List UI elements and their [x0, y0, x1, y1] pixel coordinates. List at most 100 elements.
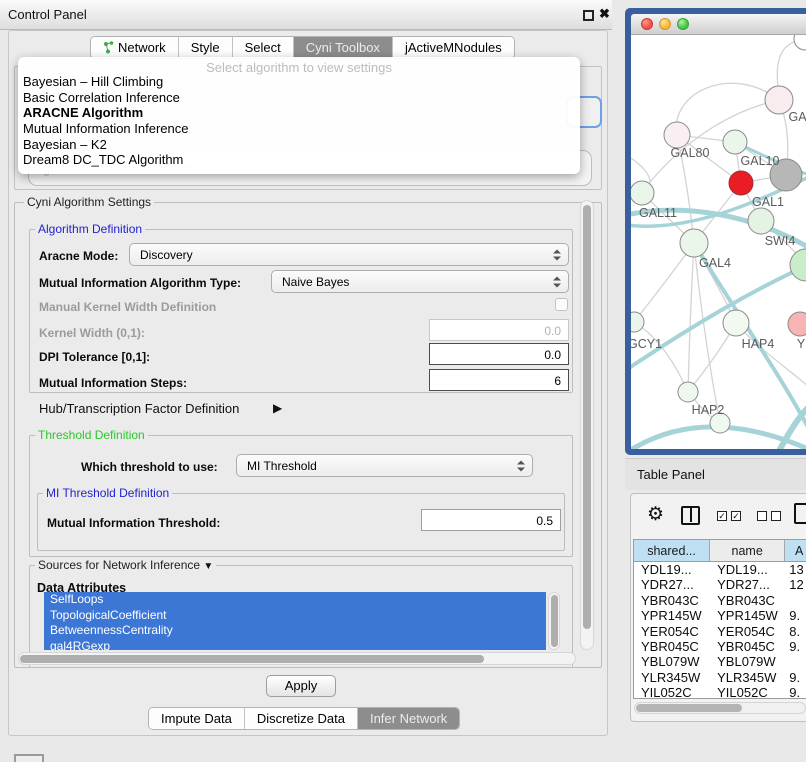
mac-close-button[interactable]: [641, 18, 653, 30]
apply-button[interactable]: Apply: [266, 675, 336, 697]
collapse-down-icon[interactable]: ▼: [203, 561, 213, 572]
hub-tf-definition-label[interactable]: Hub/Transcription Factor Definition: [39, 401, 239, 416]
table-row[interactable]: YIL052C YIL052C 9.: [634, 685, 806, 699]
settings-horizontal-scrollbar[interactable]: [18, 652, 576, 665]
tab-select[interactable]: Select: [233, 37, 294, 58]
attribute-item-selected[interactable]: gal4RGexp: [44, 639, 546, 651]
float-window-icon[interactable]: [583, 10, 594, 21]
algorithm-option[interactable]: Bayesian – Hill Climbing: [18, 74, 580, 90]
node-gal11[interactable]: [631, 181, 654, 205]
node-swi4[interactable]: [748, 208, 774, 234]
network-graph: GAL GAL80 GAL10 GAL1 GAL11 SWI4 GAL4 GCY…: [631, 35, 806, 449]
dpi-tolerance-label: DPI Tolerance [0,1]:: [39, 350, 150, 364]
cell: YER054C: [634, 624, 710, 639]
cell: YBR045C: [634, 639, 710, 654]
node-partial-top[interactable]: [794, 35, 806, 50]
mi-threshold-field[interactable]: 0.5: [421, 509, 561, 531]
mac-minimize-button[interactable]: [659, 18, 671, 30]
cell: YLR345W: [710, 670, 785, 685]
cell: [785, 654, 806, 669]
network-window-titlebar[interactable]: [631, 14, 806, 35]
kernel-width-label: Kernel Width (0,1):: [39, 326, 145, 340]
algorithm-dropdown-popup: Select algorithm to view settings Bayesi…: [18, 57, 580, 174]
node-gal80[interactable]: [664, 122, 690, 148]
table-row[interactable]: YER054C YER054C 8.: [634, 624, 806, 639]
node-y-partial[interactable]: [788, 312, 806, 336]
tab-style[interactable]: Style: [179, 37, 233, 58]
unchecked-checkbox-icon[interactable]: [771, 511, 781, 521]
expand-right-icon[interactable]: ▶: [273, 401, 282, 415]
table-panel-title: Table Panel: [637, 467, 705, 482]
tab-network[interactable]: Network: [91, 37, 179, 58]
algorithm-option[interactable]: Mutual Information Inference: [18, 121, 580, 137]
table-row[interactable]: YBR045C YBR045C 9.: [634, 639, 806, 654]
attribute-list-scrollbar[interactable]: [548, 592, 560, 650]
tab-discretize-data[interactable]: Discretize Data: [245, 708, 358, 729]
data-attributes-list: SelfLoops TopologicalCoefficient Between…: [44, 592, 546, 650]
node-gal4[interactable]: [680, 229, 708, 257]
tab-jactivemnodules[interactable]: jActiveMNodules: [393, 37, 514, 58]
network-canvas[interactable]: GAL GAL80 GAL10 GAL1 GAL11 SWI4 GAL4 GCY…: [631, 35, 806, 449]
cell: 12: [785, 577, 806, 592]
new-table-icon[interactable]: [794, 503, 806, 524]
which-threshold-combo[interactable]: MI Threshold: [236, 454, 533, 477]
checked-checkbox-icon[interactable]: ✓: [717, 511, 727, 521]
column-header-name[interactable]: name: [710, 540, 785, 561]
attribute-list-scrollbar-thumb[interactable]: [551, 595, 558, 647]
kernel-width-field[interactable]: 0.0: [429, 319, 569, 341]
table-row[interactable]: YBR043C YBR043C: [634, 593, 806, 608]
checked-checkbox-icon[interactable]: ✓: [731, 511, 741, 521]
manual-kernel-label: Manual Kernel Width Definition: [39, 300, 216, 314]
aracne-mode-label: Aracne Mode:: [39, 249, 118, 263]
node-gal1-selected[interactable]: [729, 171, 753, 195]
label-gal-partial: GAL: [788, 110, 806, 124]
mi-steps-field[interactable]: 6: [429, 369, 569, 391]
algorithm-option[interactable]: Bayesian – K2: [18, 137, 580, 153]
mi-type-combo[interactable]: Naive Bayes: [271, 270, 569, 293]
attribute-item-selected[interactable]: BetweennessCentrality: [44, 623, 546, 639]
tab-style-label: Style: [191, 40, 220, 55]
column-header-shared-name[interactable]: shared...: [634, 540, 710, 561]
table-row[interactable]: YPR145W YPR145W 9.: [634, 608, 806, 623]
settings-vertical-scrollbar[interactable]: [580, 200, 594, 650]
attribute-item-selected[interactable]: SelfLoops: [44, 592, 546, 608]
tab-cyni-toolbox[interactable]: Cyni Toolbox: [294, 37, 393, 58]
table-horizontal-scrollbar[interactable]: [634, 702, 806, 714]
close-icon[interactable]: ✖: [599, 6, 610, 22]
tab-infer-network[interactable]: Infer Network: [358, 708, 459, 729]
algorithm-option[interactable]: Basic Correlation Inference: [18, 90, 580, 106]
table-row[interactable]: YDL19... YDL19... 13: [634, 562, 806, 577]
settings-vertical-scrollbar-thumb[interactable]: [583, 205, 591, 629]
table-horizontal-scrollbar-thumb[interactable]: [636, 704, 742, 712]
unchecked-checkbox-icon[interactable]: [757, 511, 767, 521]
node-hap4[interactable]: [723, 310, 749, 336]
dpi-tolerance-field[interactable]: 0.0: [429, 343, 569, 365]
mac-zoom-button[interactable]: [677, 18, 689, 30]
tab-impute-data[interactable]: Impute Data: [149, 708, 245, 729]
table-row[interactable]: YDR27... YDR27... 12: [634, 577, 806, 592]
aracne-mode-combo[interactable]: Discovery: [129, 243, 569, 266]
algorithm-option[interactable]: Dream8 DC_TDC Algorithm: [18, 152, 580, 168]
mi-type-value: Naive Bayes: [282, 275, 349, 289]
node-gal10[interactable]: [723, 130, 747, 154]
table-row[interactable]: YLR345W YLR345W 9.: [634, 670, 806, 685]
sources-group-title: Sources for Network Inference ▼: [35, 558, 216, 572]
columns-icon[interactable]: [681, 506, 700, 525]
table-toolbar: ⚙ ✓ ✓: [631, 494, 806, 538]
settings-horizontal-scrollbar-thumb[interactable]: [20, 655, 484, 663]
cell: YDL19...: [710, 562, 785, 577]
label-hap4: HAP4: [742, 337, 775, 351]
node-bright-green[interactable]: [790, 249, 806, 281]
table-row[interactable]: YBL079W YBL079W: [634, 654, 806, 669]
attribute-item-selected[interactable]: TopologicalCoefficient: [44, 608, 546, 624]
node-gcy1[interactable]: [631, 312, 644, 332]
algorithm-option-selected[interactable]: ARACNE Algorithm: [18, 105, 580, 121]
dock-stub-icon[interactable]: [14, 754, 44, 762]
node-hap2[interactable]: [678, 382, 698, 402]
cyni-settings-group-title: Cyni Algorithm Settings: [24, 195, 154, 209]
column-header-partial[interactable]: A: [785, 540, 806, 561]
gear-icon[interactable]: ⚙: [647, 503, 664, 526]
tab-jactivemnodules-label: jActiveMNodules: [405, 40, 502, 55]
manual-kernel-checkbox[interactable]: [555, 298, 568, 311]
cell: [785, 593, 806, 608]
